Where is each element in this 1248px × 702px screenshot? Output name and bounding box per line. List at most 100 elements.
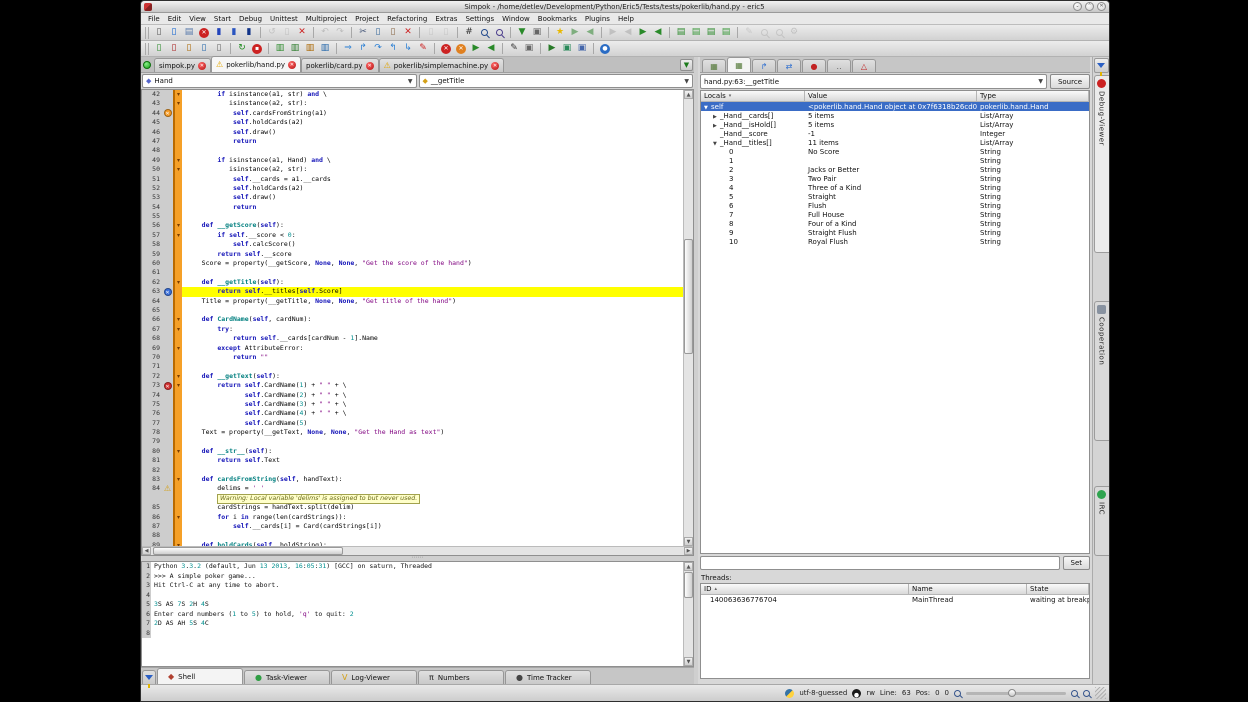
spell-sel-icon[interactable]: ▯: [439, 26, 453, 39]
line-number[interactable]: 45: [142, 118, 162, 127]
fold-margin[interactable]: [173, 128, 182, 137]
marker-margin[interactable]: [162, 353, 173, 362]
variable-filter-input[interactable]: [700, 556, 1060, 570]
close-button[interactable]: ✕: [1097, 2, 1106, 11]
fold-margin[interactable]: [173, 522, 182, 531]
continue-to-cursor-icon[interactable]: ↳: [401, 42, 415, 55]
line-number[interactable]: 77: [142, 419, 162, 428]
marker-margin[interactable]: [162, 419, 173, 428]
fold-margin[interactable]: [173, 212, 182, 221]
code-line[interactable]: 86▾ for i in range(len(cardStrings)):: [142, 513, 683, 522]
fold-margin[interactable]: [173, 118, 182, 127]
run-script-icon[interactable]: ▯: [167, 42, 181, 55]
line-number[interactable]: 68: [142, 334, 162, 343]
scroll-down-icon[interactable]: ▼: [684, 657, 693, 666]
line-number[interactable]: 44: [142, 109, 162, 118]
line-number[interactable]: 73: [142, 381, 162, 390]
line-number[interactable]: 64: [142, 297, 162, 306]
fold-margin[interactable]: [173, 240, 182, 249]
code-line[interactable]: 69▾ except AttributeError:: [142, 344, 683, 353]
zoom-reset-icon[interactable]: [1083, 690, 1090, 697]
coverage-script-icon[interactable]: ▯: [197, 42, 211, 55]
fold-margin[interactable]: ▾: [173, 344, 182, 353]
scrollbar-thumb[interactable]: [153, 547, 343, 555]
line-number[interactable]: 55: [142, 212, 162, 221]
editor-tab-pokerlib-simplemachine-py[interactable]: ⚠pokerlib/simplemachine.py✕: [379, 58, 505, 72]
variable-row[interactable]: 8Four of a KindString: [701, 219, 1089, 228]
fold-margin[interactable]: [173, 137, 182, 146]
marker-margin[interactable]: [162, 193, 173, 202]
debug-project-icon[interactable]: ▥: [288, 42, 302, 55]
variable-row[interactable]: 1String: [701, 156, 1089, 165]
code-line[interactable]: 57▾ if self.__score < 0:: [142, 231, 683, 240]
variable-row[interactable]: 6FlushString: [701, 201, 1089, 210]
code-line[interactable]: 56▾ def __getScore(self):: [142, 221, 683, 230]
marker-margin[interactable]: ✕: [162, 109, 173, 118]
bookmark-prev-icon[interactable]: ◀: [583, 26, 597, 39]
marker-margin[interactable]: [162, 99, 173, 108]
code-line[interactable]: 48: [142, 146, 683, 155]
marker-margin[interactable]: [162, 531, 173, 540]
line-number[interactable]: 50: [142, 165, 162, 174]
fold-margin[interactable]: [173, 268, 182, 277]
search-files-icon[interactable]: [757, 26, 771, 39]
bookmark-toggle-icon[interactable]: ★: [553, 26, 567, 39]
line-number[interactable]: 76: [142, 409, 162, 418]
scroll-up-icon[interactable]: ▲: [684, 90, 693, 99]
editor-tab-simpok-py[interactable]: simpok.py✕: [154, 58, 211, 72]
tab-task-viewer[interactable]: ●Task-Viewer: [244, 670, 330, 684]
stack-frame-combo[interactable]: hand.py:63:__getTitle ▼: [700, 74, 1047, 89]
watchpoints-tab[interactable]: ‥: [827, 59, 851, 72]
fold-margin[interactable]: [173, 409, 182, 418]
quicksearch-icon[interactable]: ▼: [515, 26, 529, 39]
line-number[interactable]: 46: [142, 128, 162, 137]
toolbar-handle[interactable]: [145, 43, 149, 55]
goto-line-icon[interactable]: #: [462, 26, 476, 39]
scroll-down-icon[interactable]: ▼: [684, 537, 693, 546]
code-line[interactable]: 68 return self.__cards[cardNum - 1].Name: [142, 334, 683, 343]
line-number[interactable]: 80: [142, 447, 162, 456]
fold-margin[interactable]: [173, 175, 182, 184]
menu-window[interactable]: Window: [498, 15, 534, 23]
fold-margin[interactable]: ▾: [173, 231, 182, 240]
editor-tab-pokerlib-hand-py[interactable]: ⚠pokerlib/hand.py✕: [211, 56, 301, 72]
marker-margin[interactable]: [162, 372, 173, 381]
code-line[interactable]: 51 self.__cards = a1.__cards: [142, 175, 683, 184]
run-project-icon[interactable]: ▥: [273, 42, 287, 55]
marker-margin[interactable]: [162, 156, 173, 165]
code-line[interactable]: 88: [142, 531, 683, 540]
code-line[interactable]: 70 return "": [142, 353, 683, 362]
line-number[interactable]: 66: [142, 315, 162, 324]
stop-script-icon[interactable]: ▪: [250, 42, 264, 55]
marker-margin[interactable]: [162, 325, 173, 334]
fold-margin[interactable]: ▾: [173, 447, 182, 456]
line-number[interactable]: 49: [142, 156, 162, 165]
column-header-name[interactable]: Name: [909, 584, 1027, 595]
globals-viewer-tab[interactable]: ▦: [702, 59, 726, 72]
fold-margin[interactable]: [173, 503, 182, 512]
marker-margin[interactable]: [162, 503, 173, 512]
code-line[interactable]: 78 Text = property(__getText, None, None…: [142, 428, 683, 437]
marker-margin[interactable]: [162, 221, 173, 230]
menu-edit[interactable]: Edit: [164, 15, 186, 23]
close-tab-icon[interactable]: ✕: [198, 62, 206, 70]
code-line[interactable]: 80▾ def __str__(self):: [142, 447, 683, 456]
line-number[interactable]: 70: [142, 353, 162, 362]
line-number[interactable]: 85: [142, 503, 162, 512]
marker-margin[interactable]: [162, 344, 173, 353]
marker-margin[interactable]: [162, 212, 173, 221]
line-number[interactable]: 48: [142, 146, 162, 155]
column-header-type[interactable]: Type: [977, 91, 1089, 102]
line-number[interactable]: 82: [142, 466, 162, 475]
fold-margin[interactable]: [173, 484, 182, 493]
variable-row[interactable]: ▼self<pokerlib.hand.Hand object at 0x7f6…: [701, 102, 1089, 111]
delete-icon[interactable]: ✕: [401, 26, 415, 39]
code-line[interactable]: 46 self.draw(): [142, 128, 683, 137]
locals-viewer-tab[interactable]: ▦: [727, 57, 751, 72]
window-icon[interactable]: ▣: [575, 42, 589, 55]
scroll-left-icon[interactable]: ◀: [142, 547, 151, 555]
code-line[interactable]: 64 Title = property(__getTitle, None, No…: [142, 297, 683, 306]
line-number[interactable]: 57: [142, 231, 162, 240]
line-number[interactable]: 52: [142, 184, 162, 193]
trace-script-icon[interactable]: ▯: [212, 42, 226, 55]
